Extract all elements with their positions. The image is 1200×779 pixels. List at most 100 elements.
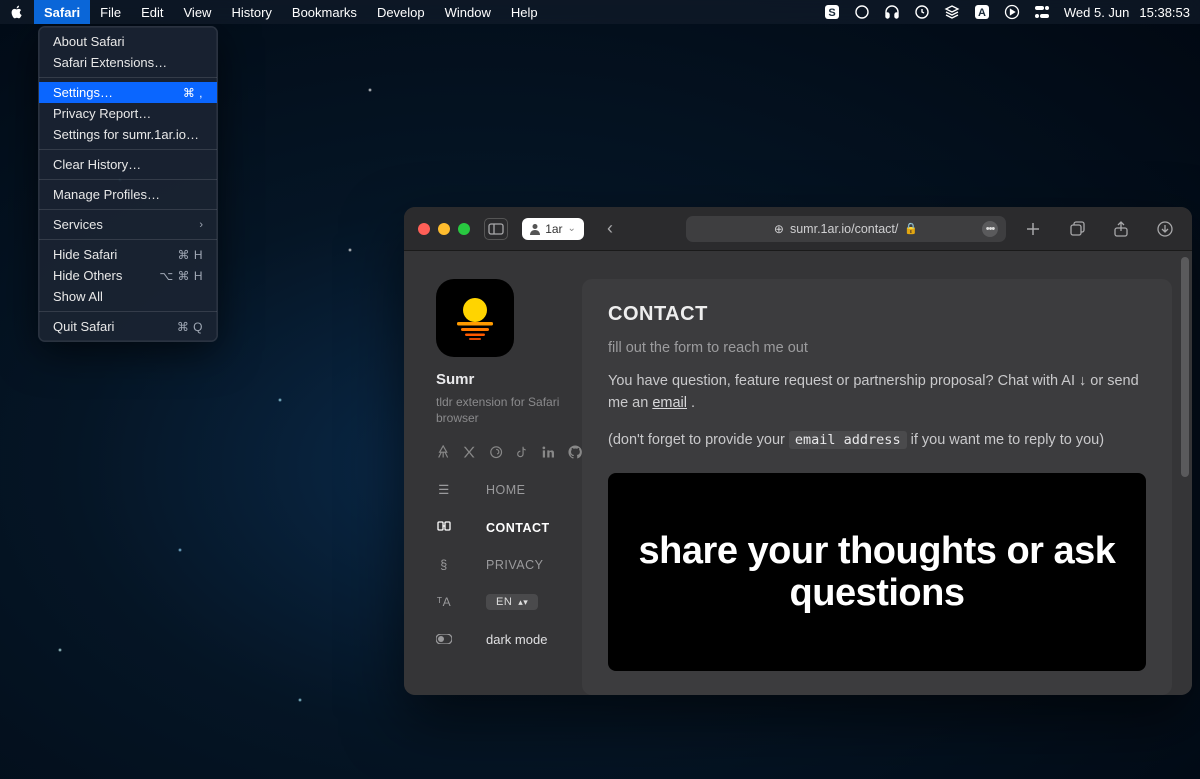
nav-home-label: HOME	[486, 483, 526, 497]
status-icon-moon[interactable]	[854, 4, 870, 20]
chat-input-box[interactable]: share your thoughts or ask questions	[608, 473, 1146, 671]
dd-hide-safari-shortcut: ⌘ H	[178, 248, 204, 262]
menubar: Safari File Edit View History Bookmarks …	[0, 0, 1200, 24]
safari-menu-dropdown: About Safari Safari Extensions… Settings…	[38, 26, 218, 342]
control-center-icon[interactable]	[1034, 4, 1050, 20]
chevron-down-icon: ⌄	[568, 223, 576, 234]
safari-toolbar: 1ar ⌄ ‹ ⊕ sumr.1ar.io/contact/ 🔒 •••	[404, 207, 1192, 251]
nav-home[interactable]: ☰ HOME	[436, 482, 582, 497]
status-icon-s[interactable]: S	[824, 4, 840, 20]
email-address-code: email address	[789, 431, 907, 449]
language-value: EN	[496, 596, 512, 608]
app-name: Sumr	[436, 371, 582, 388]
apple-icon[interactable]	[10, 5, 24, 19]
menu-help[interactable]: Help	[501, 0, 548, 24]
app-subtitle: tldr extension for Safari browser	[436, 394, 566, 426]
dd-hide-others-shortcut: ⌥ ⌘ H	[159, 269, 203, 283]
nav-dark-mode[interactable]: dark mode	[436, 632, 582, 647]
contact-icon	[436, 519, 452, 536]
lock-icon: 🔒	[904, 222, 918, 235]
threads-icon[interactable]	[489, 444, 503, 460]
home-icon: ☰	[436, 482, 452, 497]
site-settings-icon: ⊕	[774, 222, 784, 236]
status-icon-play[interactable]	[1004, 4, 1020, 20]
menu-edit[interactable]: Edit	[131, 0, 173, 24]
menu-window[interactable]: Window	[435, 0, 501, 24]
page-paragraph-1: You have question, feature request or pa…	[608, 370, 1146, 415]
chevron-right-icon: ›	[199, 219, 203, 231]
dd-about-safari[interactable]: About Safari	[39, 31, 217, 52]
dd-hide-safari[interactable]: Hide Safari ⌘ H	[39, 244, 217, 265]
privacy-icon: §	[436, 558, 452, 572]
select-arrows-icon: ▴▾	[518, 597, 528, 608]
menubar-date[interactable]: Wed 5. Jun	[1064, 5, 1130, 20]
page-sidebar: Sumr tldr extension for Safari browser ☰…	[404, 251, 582, 695]
nav-language[interactable]: ᵀA EN ▴▾	[436, 594, 582, 610]
profile-tab[interactable]: 1ar ⌄	[522, 218, 584, 240]
github-icon[interactable]	[568, 444, 582, 460]
translate-icon: ᵀA	[436, 595, 452, 609]
dd-clear-history[interactable]: Clear History…	[39, 154, 217, 175]
svg-text:A: A	[978, 7, 986, 19]
menu-bookmarks[interactable]: Bookmarks	[282, 0, 367, 24]
dd-quit-label: Quit Safari	[53, 319, 114, 334]
scrollbar[interactable]	[1181, 257, 1189, 477]
safari-window: 1ar ⌄ ‹ ⊕ sumr.1ar.io/contact/ 🔒 •••	[404, 207, 1192, 695]
menubar-time[interactable]: 15:38:53	[1139, 5, 1190, 20]
app-logo	[436, 279, 514, 357]
dd-settings-label: Settings…	[53, 85, 113, 100]
dd-settings[interactable]: Settings… ⌘ ,	[39, 82, 217, 103]
toggle-icon	[436, 633, 452, 647]
dd-settings-shortcut: ⌘ ,	[183, 86, 203, 100]
page-main: CONTACT fill out the form to reach me ou…	[582, 279, 1172, 695]
social-icon-1[interactable]	[436, 444, 450, 460]
menu-view[interactable]: View	[174, 0, 222, 24]
menu-safari[interactable]: Safari	[34, 0, 90, 24]
dd-show-all[interactable]: Show All	[39, 286, 217, 307]
window-close-button[interactable]	[418, 223, 430, 235]
status-icon-headphones[interactable]	[884, 4, 900, 20]
menu-develop[interactable]: Develop	[367, 0, 435, 24]
dd-manage-profiles[interactable]: Manage Profiles…	[39, 184, 217, 205]
dd-settings-for-site[interactable]: Settings for sumr.1ar.io…	[39, 124, 217, 145]
tiktok-icon[interactable]	[515, 444, 529, 460]
page-paragraph-2: (don't forget to provide your email addr…	[608, 429, 1146, 451]
page-title: CONTACT	[608, 303, 1146, 326]
dd-quit-shortcut: ⌘ Q	[177, 320, 203, 334]
window-zoom-button[interactable]	[458, 223, 470, 235]
menu-file[interactable]: File	[90, 0, 131, 24]
dd-quit-safari[interactable]: Quit Safari ⌘ Q	[39, 316, 217, 337]
x-icon[interactable]	[462, 444, 476, 460]
window-minimize-button[interactable]	[438, 223, 450, 235]
svg-text:S: S	[828, 7, 835, 19]
email-link[interactable]: email	[652, 395, 687, 411]
downloads-button[interactable]	[1152, 218, 1178, 240]
back-button[interactable]: ‹	[598, 218, 622, 240]
status-icon-timemachine[interactable]	[914, 4, 930, 20]
nav-contact[interactable]: CONTACT	[436, 519, 582, 536]
dd-privacy-report[interactable]: Privacy Report…	[39, 103, 217, 124]
dd-services[interactable]: Services ›	[39, 214, 217, 235]
page-content: Sumr tldr extension for Safari browser ☰…	[404, 251, 1192, 695]
dark-mode-label: dark mode	[486, 632, 547, 647]
url-bar[interactable]: ⊕ sumr.1ar.io/contact/ 🔒 •••	[686, 216, 1006, 242]
menu-history[interactable]: History	[221, 0, 281, 24]
language-select[interactable]: EN ▴▾	[486, 594, 538, 610]
tab-overview-button[interactable]	[1064, 218, 1090, 240]
url-text: sumr.1ar.io/contact/	[790, 222, 898, 236]
page-actions-button[interactable]: •••	[982, 221, 998, 237]
nav-contact-label: CONTACT	[486, 521, 550, 535]
linkedin-icon[interactable]	[541, 444, 555, 460]
status-icon-keyboard[interactable]: A	[974, 4, 990, 20]
dd-hide-others[interactable]: Hide Others ⌥ ⌘ H	[39, 265, 217, 286]
nav-privacy-label: PRIVACY	[486, 558, 543, 572]
status-icon-stack[interactable]	[944, 4, 960, 20]
new-tab-button[interactable]	[1020, 218, 1046, 240]
sidebar-toggle-button[interactable]	[484, 218, 508, 240]
dd-services-label: Services	[53, 217, 103, 232]
dd-hide-safari-label: Hide Safari	[53, 247, 117, 262]
dd-safari-extensions[interactable]: Safari Extensions…	[39, 52, 217, 73]
nav-privacy[interactable]: § PRIVACY	[436, 558, 582, 572]
share-button[interactable]	[1108, 218, 1134, 240]
dd-hide-others-label: Hide Others	[53, 268, 122, 283]
